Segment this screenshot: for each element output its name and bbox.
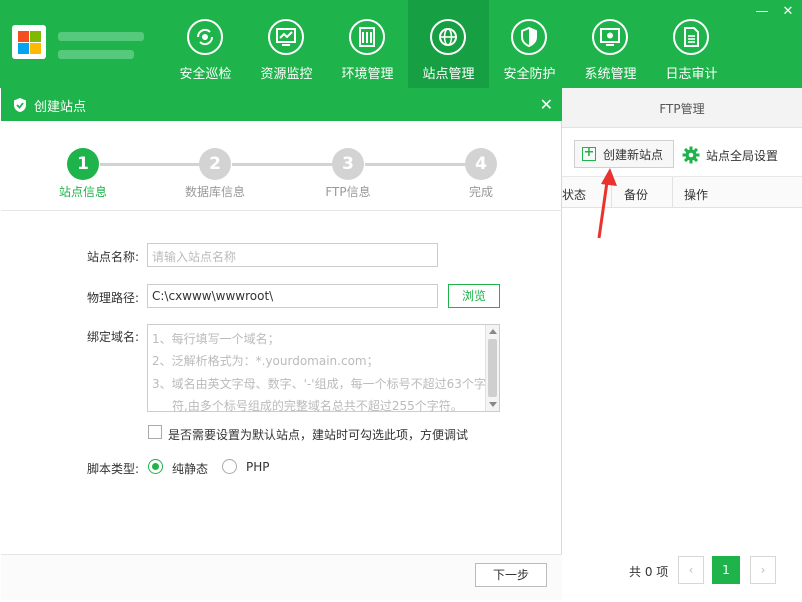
step-connector <box>232 163 333 166</box>
pager-next-button[interactable]: › <box>750 556 776 584</box>
nav-item-monitor[interactable]: 资源监控 <box>246 0 327 88</box>
step-2-circle: 2 <box>199 148 231 180</box>
ftp-tab-bar: FTP管理 <box>562 88 802 128</box>
site-name-input[interactable]: 请输入站点名称 <box>147 243 438 267</box>
column-action: 操作 <box>684 188 709 202</box>
domain-hint-line: 2、泛解析格式为：*.yourdomain.com； <box>152 354 379 368</box>
scroll-up-arrow-icon[interactable] <box>489 329 497 334</box>
top-header: 安全巡检 资源监控 环境管理 站点管理 安全防护 系统管理 日志审计 — ✕ <box>0 0 802 88</box>
close-window-button[interactable]: ✕ <box>780 4 796 19</box>
scroll-thumb[interactable] <box>488 339 497 397</box>
nav-label: 日志审计 <box>665 67 718 82</box>
physical-path-input[interactable]: C:\cxwww\wwwroot\ <box>147 284 438 308</box>
nav-item-environment[interactable]: 环境管理 <box>327 0 408 88</box>
site-global-settings-button[interactable]: 站点全局设置 <box>682 146 778 164</box>
script-type-label: 脚本类型: <box>87 462 140 476</box>
blurred-server-ip <box>58 50 134 59</box>
nav-label: 安全巡检 <box>179 67 232 82</box>
plus-icon: + <box>582 145 596 161</box>
step-connector <box>365 163 466 166</box>
step-2-label: 数据库信息 <box>184 185 245 199</box>
textarea-scrollbar[interactable] <box>485 325 499 411</box>
bind-domain-label: 绑定域名: <box>87 330 140 344</box>
bind-domain-textarea[interactable]: 1、每行填写一个域名； 2、泛解析格式为：*.yourdomain.com； 3… <box>147 324 500 413</box>
create-site-dialog: 创建站点 ✕ 1 2 3 4 站点信息 数据库信息 FTP信息 完成 站点名称:… <box>1 88 562 600</box>
nav-item-logs[interactable]: 日志审计 <box>651 0 732 88</box>
domain-hint-line: 符,由多个标号组成的完整域名总共不超过255个字符。 <box>172 399 463 413</box>
nav-item-sites[interactable]: 站点管理 <box>408 0 489 88</box>
red-arrow-annotation <box>597 168 617 239</box>
scroll-down-arrow-icon[interactable] <box>489 402 497 407</box>
domain-hint-line: 1、每行填写一个域名； <box>152 332 280 346</box>
step-4-label: 完成 <box>468 185 493 199</box>
shield-icon <box>511 19 547 55</box>
dialog-footer: 下一步 <box>1 554 562 600</box>
nav-label: 站点管理 <box>422 67 475 82</box>
dialog-title: 创建站点 <box>34 100 87 115</box>
radio-php-label: PHP <box>246 460 270 474</box>
domain-hint-line: 3、域名由英文字母、数字、'-'组成，每一个标号不超过63个字 <box>152 377 486 391</box>
nav-item-system[interactable]: 系统管理 <box>570 0 651 88</box>
shield-check-icon <box>14 98 26 112</box>
step-1-circle: 1 <box>67 148 99 180</box>
nav-label: 系统管理 <box>584 67 637 82</box>
physical-path-label: 物理路径: <box>87 291 140 305</box>
site-global-settings-label: 站点全局设置 <box>706 148 779 163</box>
column-backup: 备份 <box>624 188 649 202</box>
nav-label: 环境管理 <box>341 67 394 82</box>
dialog-close-button[interactable]: ✕ <box>540 95 553 114</box>
step-4-circle: 4 <box>465 148 497 180</box>
step-3-label: FTP信息 <box>325 185 371 199</box>
browse-button[interactable]: 浏览 <box>448 284 500 308</box>
step-3-circle: 3 <box>332 148 364 180</box>
blurred-server-name <box>58 32 144 41</box>
tab-ftp-management[interactable]: FTP管理 <box>562 100 802 117</box>
main-nav: 安全巡检 资源监控 环境管理 站点管理 安全防护 系统管理 日志审计 <box>165 0 732 88</box>
create-new-site-label: 创建新站点 <box>603 147 664 162</box>
refresh-eye-icon <box>187 19 223 55</box>
nav-label: 安全防护 <box>503 67 556 82</box>
pager-current-page[interactable]: 1 <box>712 556 740 584</box>
radio-static[interactable] <box>148 459 163 474</box>
step-indicator: 1 2 3 4 站点信息 数据库信息 FTP信息 完成 <box>1 121 562 211</box>
radio-php[interactable] <box>222 459 237 474</box>
minimize-button[interactable]: — <box>754 4 770 19</box>
dialog-title-bar: 创建站点 ✕ <box>1 88 562 121</box>
radio-static-label: 纯静态 <box>172 462 209 476</box>
pager-prev-button[interactable]: ‹ <box>678 556 704 584</box>
nav-item-inspection[interactable]: 安全巡检 <box>165 0 246 88</box>
server-icon <box>349 19 385 55</box>
nav-item-protection[interactable]: 安全防护 <box>489 0 570 88</box>
next-step-button[interactable]: 下一步 <box>475 563 547 587</box>
site-name-label: 站点名称: <box>87 250 140 264</box>
default-site-label: 是否需要设置为默认站点，建站时可勾选此项，方便调试 <box>168 428 469 442</box>
nav-label: 资源监控 <box>260 67 313 82</box>
gear-icon <box>682 146 700 164</box>
step-1-label: 站点信息 <box>58 185 107 199</box>
create-new-site-button[interactable]: + 创建新站点 <box>574 140 674 168</box>
document-icon <box>673 19 709 55</box>
pager-total: 共 0 项 <box>629 565 669 579</box>
settings-monitor-icon <box>592 19 628 55</box>
globe-icon <box>430 19 466 55</box>
default-site-checkbox[interactable] <box>148 425 162 439</box>
step-connector <box>100 163 200 166</box>
monitor-chart-icon <box>268 19 304 55</box>
column-status: 状态 <box>562 188 587 202</box>
app-logo <box>12 25 46 59</box>
